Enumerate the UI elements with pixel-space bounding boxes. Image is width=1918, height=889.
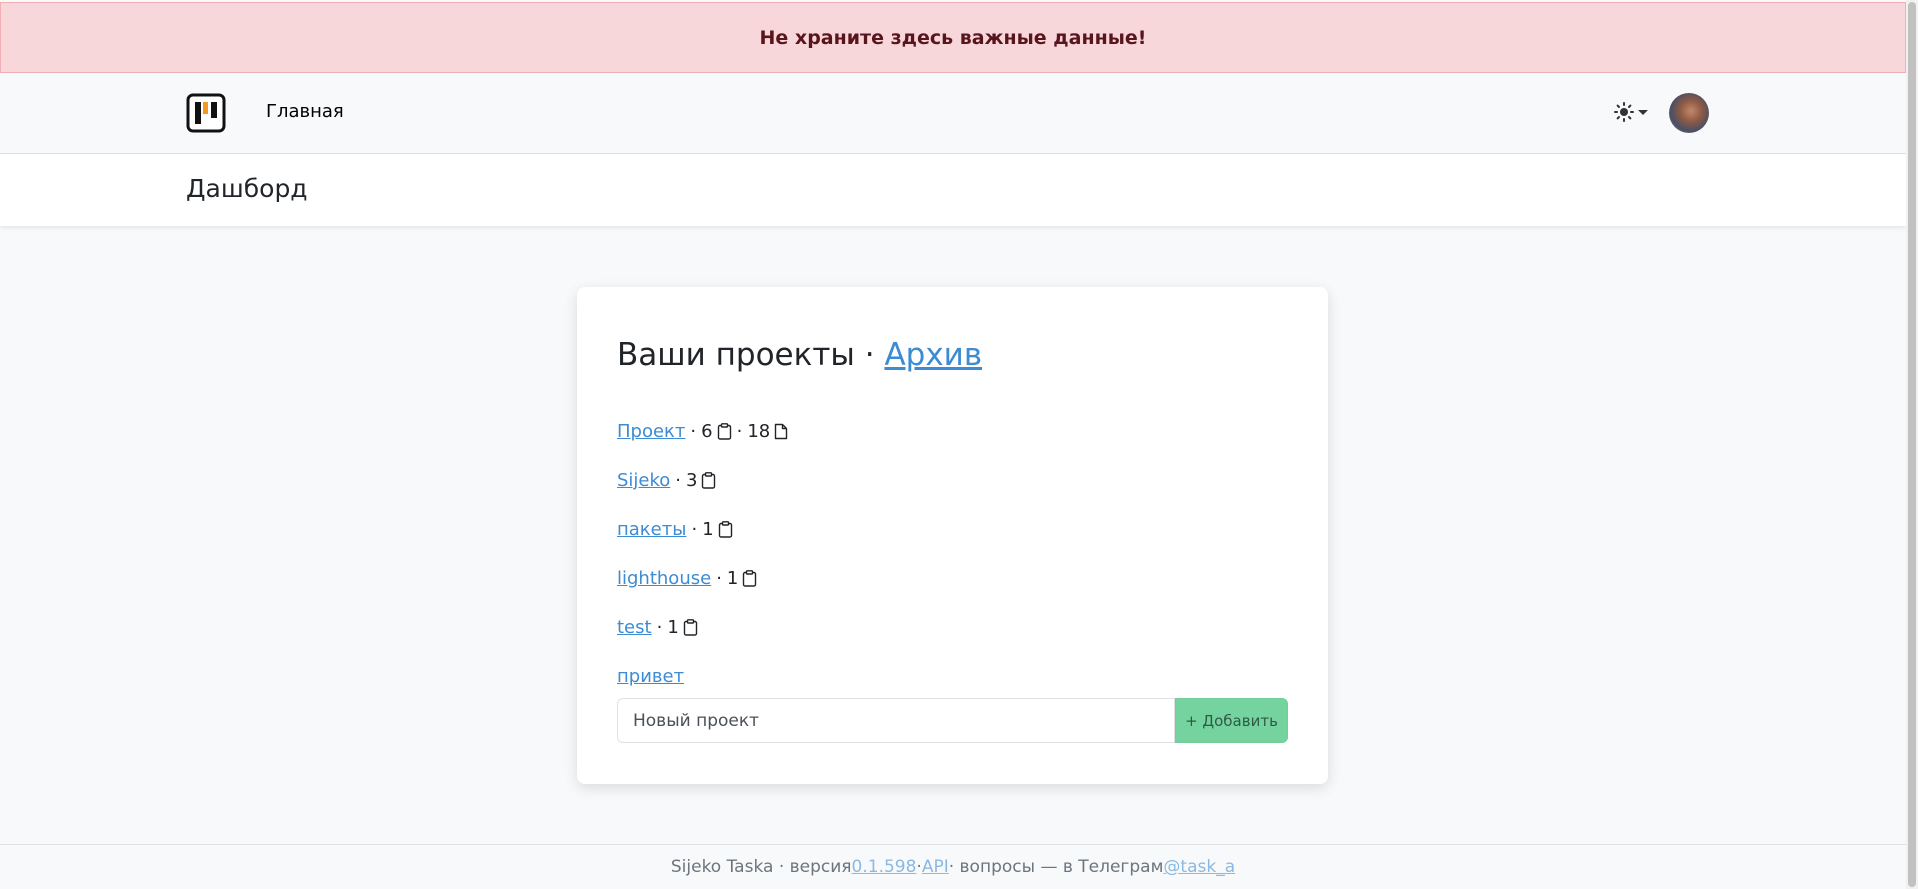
boards-count: 6	[701, 421, 731, 442]
projects-title: Ваши проекты · Архив	[617, 337, 982, 373]
user-avatar[interactable]	[1669, 93, 1709, 133]
project-item: пакеты · 1	[617, 505, 1287, 554]
boards-count: 1	[727, 568, 757, 589]
boards-count: 3	[686, 470, 716, 491]
api-link[interactable]: API	[922, 857, 949, 877]
project-item: lighthouse · 1	[617, 554, 1287, 603]
stat-separator: ·	[675, 470, 682, 491]
clipboard-icon	[702, 472, 716, 489]
tasks-count-value: 18	[747, 421, 771, 442]
stat-separator: ·	[736, 421, 743, 442]
project-link[interactable]: lighthouse	[617, 568, 711, 589]
scrollbar-thumb[interactable]	[1908, 2, 1916, 887]
stat-separator: ·	[656, 617, 663, 638]
page-scrollbar[interactable]	[1906, 0, 1918, 889]
stat-separator: ·	[716, 568, 722, 589]
footer: Sijeko Taska · версия 0.1.598 · API · во…	[0, 844, 1906, 889]
project-link[interactable]: test	[617, 617, 652, 638]
new-project-input[interactable]	[617, 698, 1175, 743]
archive-link[interactable]: Архив	[884, 337, 982, 373]
footer-suffix: · вопросы — в Телеграм	[948, 857, 1164, 877]
version-link[interactable]: 0.1.598	[852, 857, 917, 877]
boards-count: 1	[702, 519, 732, 540]
projects-title-text: Ваши проекты	[617, 337, 855, 373]
project-link[interactable]: пакеты	[617, 519, 686, 540]
sun-icon	[1614, 102, 1634, 122]
navbar: Главная	[0, 73, 1906, 154]
nav-home-link[interactable]: Главная	[266, 101, 344, 122]
add-project-button[interactable]: + Добавить	[1175, 698, 1288, 743]
file-icon	[775, 423, 788, 440]
chevron-down-icon	[1638, 109, 1648, 115]
tasks-count: 18	[747, 421, 788, 442]
boards-count-value: 3	[686, 470, 698, 491]
stat-separator: ·	[690, 421, 697, 442]
kanban-board-icon[interactable]	[186, 93, 226, 133]
boards-count-value: 1	[667, 617, 679, 638]
project-link[interactable]: привет	[617, 666, 684, 687]
clipboard-icon	[718, 521, 732, 538]
boards-count: 1	[667, 617, 697, 638]
boards-count-value: 1	[726, 568, 739, 589]
project-link[interactable]: Sijeko	[617, 470, 670, 491]
page-header: Дашборд	[0, 154, 1906, 226]
new-project-form: + Добавить	[617, 698, 1288, 743]
page-title: Дашборд	[186, 174, 308, 203]
theme-toggle-button[interactable]	[1614, 99, 1648, 125]
telegram-link[interactable]: @task_a	[1163, 857, 1235, 877]
title-separator: ·	[854, 337, 885, 373]
clipboard-icon	[717, 423, 731, 440]
clipboard-icon	[743, 570, 757, 587]
project-item: привет	[617, 652, 1287, 701]
project-item: Проект · 6 · 18	[617, 407, 1287, 456]
boards-count-value: 1	[702, 519, 714, 540]
footer-prefix: Sijeko Taska · версия	[670, 857, 852, 877]
project-item: test · 1	[617, 603, 1287, 652]
stat-separator: ·	[691, 519, 698, 540]
project-item: Sijeko · 3	[617, 456, 1287, 505]
project-list: Проект · 6 · 18 Sijeko · 3 пакеты · 1 lighthouse · 1 t…	[617, 407, 1287, 701]
clipboard-icon	[683, 619, 697, 636]
project-link[interactable]: Проект	[617, 421, 685, 442]
alert-text: Не храните здесь важные данные!	[759, 26, 1147, 49]
warning-alert: Не храните здесь важные данные!	[0, 2, 1906, 73]
boards-count-value: 6	[701, 421, 713, 442]
projects-card: Ваши проекты · Архив Проект · 6 · 18 Sijeko · 3…	[577, 287, 1328, 784]
